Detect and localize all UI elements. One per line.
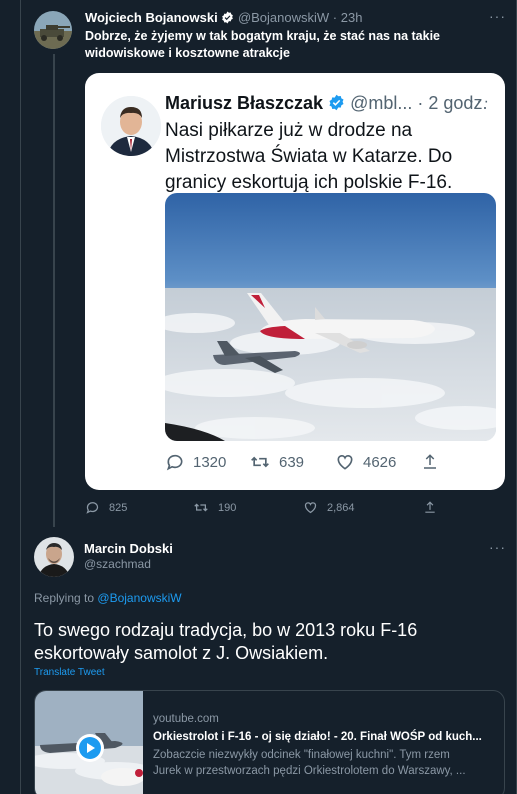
author-handle[interactable]: @BojanowskiW [238, 10, 329, 25]
quoted-screenshot-image[interactable]: Mariusz Błaszczak @mbl... · 2 godz. ··· … [85, 73, 505, 490]
reply-button[interactable]: 825 [85, 500, 127, 515]
avatar[interactable] [34, 11, 72, 49]
reply-avatar[interactable] [34, 537, 74, 577]
link-preview-card[interactable]: youtube.com Orkiestrolot i F-16 - oj się… [34, 690, 505, 794]
thread-connector-line [53, 54, 55, 527]
like-button[interactable]: 2,864 [303, 500, 355, 515]
like-count: 2,864 [327, 501, 355, 514]
reply-text: To swego rodzaju tradycja, bo w 2013 rok… [34, 620, 418, 663]
tweet-actions: 825 190 2,864 [85, 500, 445, 518]
separator: · [332, 10, 338, 25]
reply-author-handle[interactable]: @szachmad [84, 557, 151, 571]
link-domain: youtube.com [153, 713, 219, 725]
reply-icon [166, 454, 183, 471]
share-button[interactable] [423, 500, 437, 515]
verified-badge-icon [222, 11, 234, 24]
retweet-icon [194, 503, 208, 512]
retweet-count: 190 [218, 501, 237, 514]
reply-author-name[interactable]: Marcin Dobski [84, 541, 173, 556]
screenshot-retweet-count: 639 [279, 453, 305, 471]
column-border-left [20, 0, 21, 794]
avatar-photo [34, 11, 72, 49]
screenshot-share [421, 452, 439, 472]
link-description-line1: Zobaczcie niezwykły odcinek "finałowej k… [153, 749, 450, 761]
like-icon [304, 502, 317, 514]
like-icon [337, 454, 353, 470]
screenshot-more-icon: ··· [469, 93, 491, 110]
avatar-photo [34, 537, 74, 577]
screenshot-retweet: 639 [249, 452, 304, 472]
share-icon [425, 501, 435, 513]
reply-icon [86, 502, 99, 514]
more-icon[interactable]: ··· [489, 8, 506, 24]
play-icon [79, 737, 101, 759]
replying-to-label: Replying to [34, 591, 95, 605]
link-description-line2: Jurek w przestworzach pędzi Orkiestrolot… [153, 765, 466, 777]
screenshot-actions: 1320 639 4626 [165, 452, 455, 474]
link-preview-body: youtube.com Orkiestrolot i F-16 - oj się… [153, 711, 498, 779]
retweet-button[interactable]: 190 [193, 500, 236, 515]
link-thumbnail [35, 691, 143, 794]
link-title: Orkiestrolot i F-16 - oj się działo! - 2… [153, 731, 482, 743]
screenshot-author-handle: @mbl... [350, 93, 413, 113]
screenshot-photo [165, 193, 496, 441]
screenshot-reply: 1320 [165, 452, 226, 472]
tweet-text: Dobrze, że żyjemy w tak bogatym kraju, ż… [85, 29, 440, 60]
portrait-image [101, 96, 161, 156]
tweet-header: Wojciech Bojanowski @BojanowskiW · 23h [85, 10, 362, 25]
share-icon [424, 454, 436, 469]
screenshot-author-name: Mariusz Błaszczak [165, 93, 324, 113]
play-button[interactable] [76, 734, 104, 762]
tweet-time[interactable]: 23h [341, 10, 363, 25]
screenshot-reply-count: 1320 [193, 453, 227, 471]
retweet-icon [251, 456, 269, 468]
screenshot-like: 4626 [335, 452, 396, 472]
replying-to-link[interactable]: @BojanowskiW [97, 591, 181, 605]
author-name[interactable]: Wojciech Bojanowski [85, 10, 218, 25]
screenshot-like-count: 4626 [363, 453, 397, 471]
screenshot-avatar [101, 96, 161, 156]
more-icon[interactable]: ··· [489, 539, 506, 555]
aircraft-photo [165, 193, 496, 441]
reply-count: 825 [109, 501, 128, 514]
verified-badge-icon [329, 94, 344, 111]
screenshot-header: Mariusz Błaszczak @mbl... · 2 godz. [165, 93, 487, 114]
translate-tweet-link[interactable]: Translate Tweet [34, 667, 105, 678]
replying-to: Replying to @BojanowskiW [34, 591, 182, 605]
